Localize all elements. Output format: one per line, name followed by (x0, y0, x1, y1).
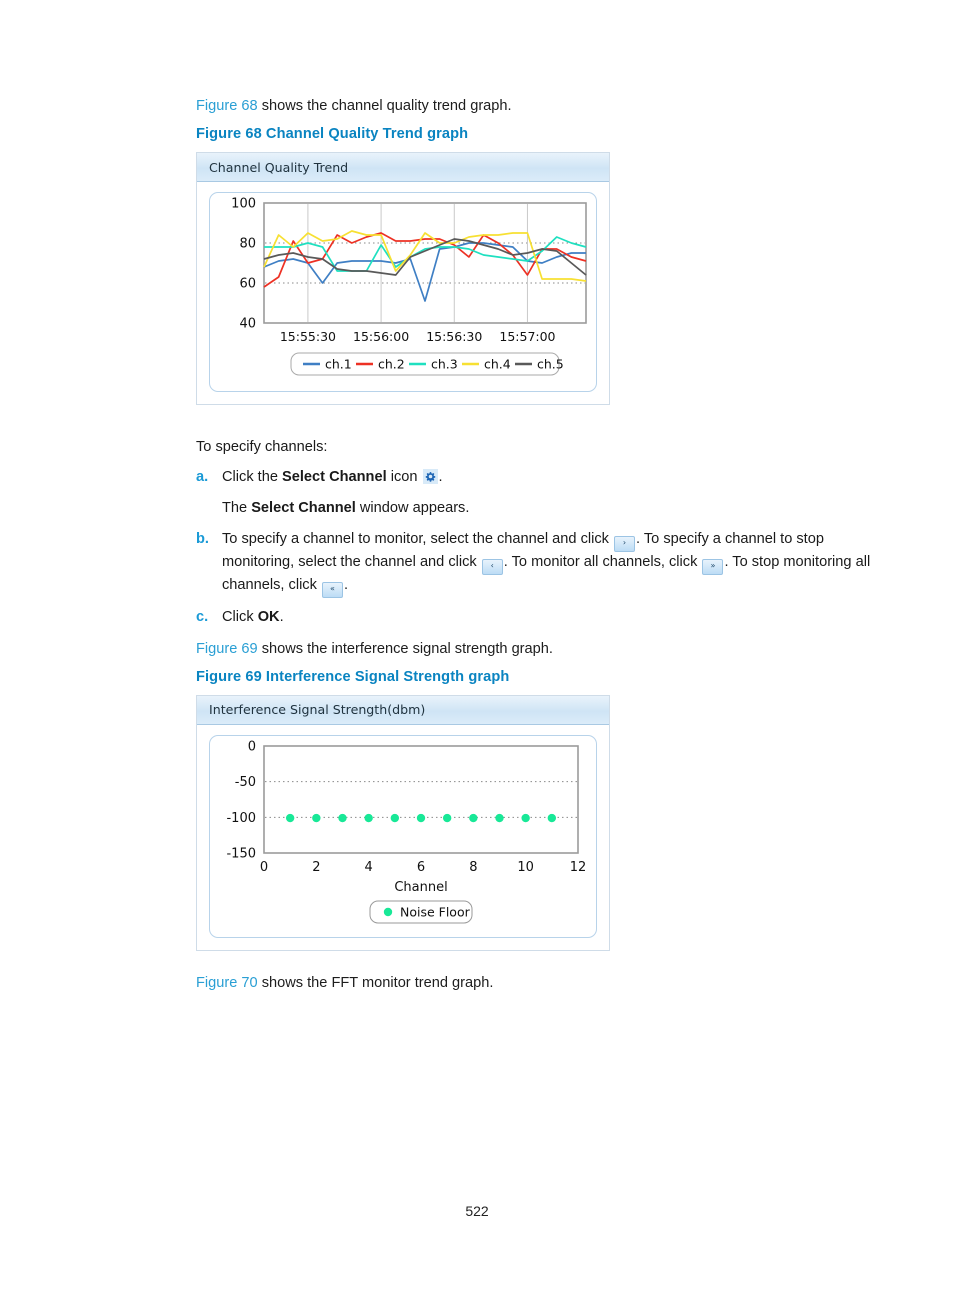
fig70-intro-text: shows the FFT monitor trend graph. (257, 974, 494, 991)
step-b-text-1: To specify a channel to monitor, select … (222, 530, 614, 547)
scatter-point (495, 813, 504, 823)
legend-label: ch.2 (378, 357, 405, 372)
x-axis-tick-label: 0 (260, 860, 268, 875)
step-b-text-3: . To monitor all channels, click (503, 553, 702, 570)
scatter-point (416, 813, 426, 823)
interference-signal-strength-panel: Interference Signal Strength(dbm) -150 -1… (196, 694, 610, 951)
x-axis-tick-label: 4 (365, 860, 373, 875)
step-c-text-1: Click (222, 608, 258, 625)
x-axis-tick-label: 12 (570, 860, 587, 875)
step-c-body: Click OK. (222, 607, 876, 629)
fig68-intro-text: shows the channel quality trend graph. (257, 98, 512, 114)
y-axis-tick-label: 0 (248, 739, 256, 754)
scatter-point (442, 813, 452, 823)
fig68-intro-paragraph: Figure 68 shows the channel quality tren… (196, 96, 876, 117)
y-axis-tick-label: 80 (239, 237, 256, 252)
x-axis-tick-label: 2 (312, 860, 320, 875)
step-b-body: To specify a channel to monitor, select … (222, 529, 876, 598)
step-a-sub-text: The Select Channel window appears. (222, 498, 876, 520)
page-number: 522 (465, 1203, 489, 1219)
fig69-cross-reference[interactable]: Figure 69 (196, 641, 258, 657)
legend-label: ch.1 (325, 357, 352, 372)
chart-container-channel-quality: 40 60 80 100 15:55:30 15:56:00 15:56:30 15:57:0… (209, 192, 597, 393)
step-a-sub-2: window appears. (355, 500, 470, 517)
step-a-text-2: icon (386, 469, 422, 486)
y-axis-tick-label: -50 (235, 775, 256, 790)
interference-signal-strength-chart: -150 -100 -50 0 0 2 4 6 8 10 12 Channel Noise Floor (226, 739, 587, 924)
page-content: Figure 68 shows the channel quality tren… (196, 96, 876, 1003)
panel-title-interference: Interference Signal Strength(dbm) (209, 702, 426, 718)
procedure-steps: a. Click the Select Channel icon . The S… (196, 467, 876, 629)
x-axis-tick-label: 10 (517, 860, 534, 875)
arrow-left-icon[interactable]: ‹ (481, 558, 503, 575)
procedure-lead: To specify channels: (196, 439, 328, 456)
step-a-text-3: . (438, 469, 443, 486)
step-b-marker: b. (196, 530, 209, 547)
chart-container-interference: -150 -100 -50 0 0 2 4 6 8 10 12 Channel Noise Floor (209, 734, 597, 938)
step-b-text-5: . (343, 576, 349, 593)
x-axis-tick-label: 15:56:30 (426, 329, 482, 344)
arrow-double-right-icon[interactable]: » (702, 558, 724, 575)
x-axis-tick-label: 6 (417, 860, 425, 875)
legend-label: ch.5 (537, 357, 564, 372)
panel-body-interference: -150 -100 -50 0 0 2 4 6 8 10 12 Channel Noise Floor (197, 725, 609, 950)
x-axis-tick-label: 15:55:30 (280, 329, 336, 344)
step-a-marker: a. (196, 469, 209, 486)
step-a-sub-1: The (222, 500, 252, 517)
y-axis-tick-label: 60 (239, 277, 256, 292)
fig69-intro-text: shows the interference signal strength g… (257, 640, 553, 657)
x-axis-tick-label: 8 (469, 860, 477, 875)
fig69-caption: Figure 69 Interference Signal Strength g… (196, 668, 510, 685)
scatter-point (364, 813, 373, 823)
panel-body-channel-quality: 40 60 80 100 15:55:30 15:56:00 15:56:30 15:57:0… (197, 182, 609, 404)
x-axis-title: Channel (394, 880, 447, 895)
scatter-point (312, 813, 321, 823)
document-page: Figure 68 shows the channel quality tren… (0, 0, 954, 1296)
scatter-point (547, 813, 557, 823)
legend-label: Noise Floor (400, 904, 471, 919)
channel-quality-trend-chart: 40 60 80 100 15:55:30 15:56:00 15:56:30 15:57:0… (231, 197, 587, 376)
panel-header-interference: Interference Signal Strength(dbm) (197, 695, 609, 725)
step-a-body: Click the Select Channel icon . (222, 467, 876, 489)
y-axis-tick-label: 100 (231, 197, 256, 212)
step-c-marker: c. (196, 608, 209, 625)
step-c-text-2: . (279, 608, 284, 625)
step-a-text-1: Click the (222, 469, 283, 486)
scatter-point (285, 813, 295, 823)
fig68-cross-reference[interactable]: Figure 68 (196, 98, 258, 114)
step-c: c. Click OK. (196, 607, 876, 629)
fig70-intro-paragraph: Figure 70 shows the FFT monitor trend gr… (196, 973, 876, 994)
step-a-sub-bold: Select Channel (251, 500, 356, 517)
scatter-point (521, 813, 530, 823)
scatter-point (338, 813, 347, 823)
arrow-right-icon[interactable]: › (614, 535, 636, 552)
scatter-point (469, 813, 478, 823)
step-c-bold-1: OK (257, 608, 280, 625)
fig70-cross-reference[interactable]: Figure 70 (196, 975, 258, 991)
channel-quality-trend-panel: Channel Quality Trend 40 60 80 100 15:55:30 1… (196, 152, 610, 406)
step-a-bold-1: Select Channel (282, 469, 387, 486)
legend-label: ch.3 (431, 357, 458, 372)
x-axis-tick-label: 15:57:00 (499, 329, 555, 344)
step-b: b. To specify a channel to monitor, sele… (196, 529, 876, 598)
y-axis-tick-label: -100 (226, 811, 256, 826)
arrow-double-left-icon[interactable]: « (321, 581, 343, 598)
panel-header-channel-quality: Channel Quality Trend (197, 153, 609, 183)
gear-icon[interactable] (422, 469, 438, 485)
y-axis-tick-label: -150 (226, 846, 256, 861)
step-a: a. Click the Select Channel icon . (196, 467, 876, 489)
fig69-intro-paragraph: Figure 69 shows the interference signal … (196, 639, 876, 660)
y-axis-tick-label: 40 (239, 317, 256, 332)
fig68-caption: Figure 68 Channel Quality Trend graph (196, 126, 469, 143)
legend-label: ch.4 (484, 357, 511, 372)
panel-title-channel-quality: Channel Quality Trend (209, 159, 349, 175)
x-axis-tick-label: 15:56:00 (353, 329, 409, 344)
scatter-point (390, 813, 400, 823)
